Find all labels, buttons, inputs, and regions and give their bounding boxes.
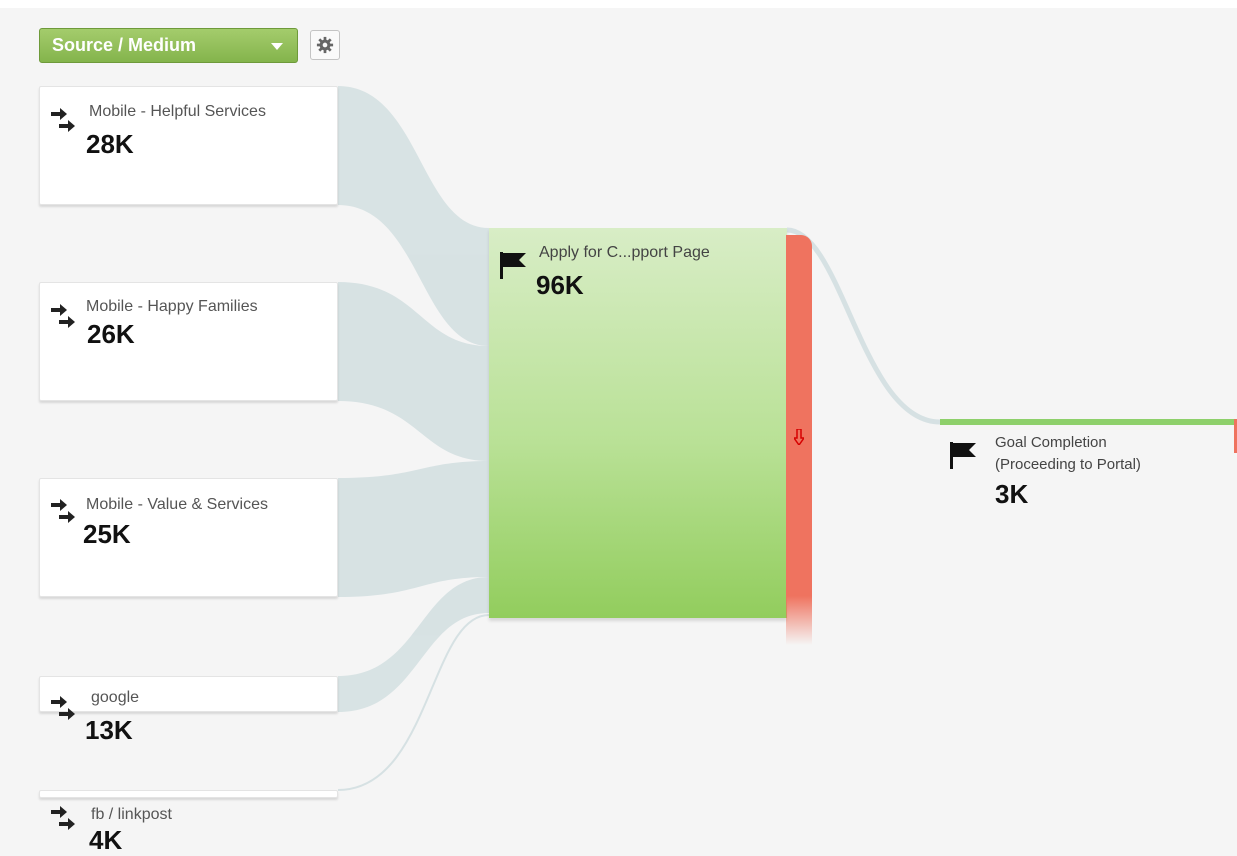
source-value: 13K xyxy=(85,715,133,745)
step-label: Apply for C...pport Page xyxy=(539,244,710,261)
source-node-happy-families[interactable]: Mobile - Happy Families 26K xyxy=(39,282,338,401)
gear-icon xyxy=(316,36,334,54)
source-value: 25K xyxy=(83,519,131,549)
flow-value-services xyxy=(338,461,489,597)
flag-icon xyxy=(950,442,976,469)
source-node-value-services[interactable]: Mobile - Value & Services 25K xyxy=(39,478,338,597)
goal-label-line2: (Proceeding to Portal) xyxy=(995,456,1141,473)
dimension-dropdown-label: Source / Medium xyxy=(52,35,197,55)
source-label: Mobile - Helpful Services xyxy=(89,103,266,120)
chevron-down-icon xyxy=(271,43,283,50)
source-value: 26K xyxy=(87,319,135,349)
source-value: 28K xyxy=(86,129,134,159)
flow-google xyxy=(338,577,489,712)
step-value: 96K xyxy=(536,270,584,300)
step-node-apply-page[interactable]: Apply for C...pport Page 96K xyxy=(489,228,787,618)
source-value: 4K xyxy=(89,825,123,855)
flag-icon xyxy=(500,252,526,279)
dimension-dropdown[interactable]: Source / Medium xyxy=(39,28,298,63)
source-label: fb / linkpost xyxy=(91,806,172,823)
dropoff-bar[interactable] xyxy=(786,235,812,645)
settings-button[interactable] xyxy=(310,30,340,60)
source-label: Mobile - Happy Families xyxy=(86,298,258,315)
source-node-helpful-services[interactable]: Mobile - Helpful Services 28K xyxy=(39,86,338,205)
goal-label-line1: Goal Completion xyxy=(995,434,1107,451)
entry-arrows-icon xyxy=(51,108,75,132)
goal-value: 3K xyxy=(995,479,1029,509)
entry-arrows-icon xyxy=(51,304,75,328)
down-arrow-icon xyxy=(794,429,804,445)
entry-arrows-icon xyxy=(51,499,75,523)
source-node-fb-linkpost[interactable]: fb / linkpost 4K xyxy=(39,790,338,855)
source-label: google xyxy=(91,689,140,706)
source-node-google[interactable]: google 13K xyxy=(39,676,338,745)
source-label: Mobile - Value & Services xyxy=(86,496,268,513)
entry-arrows-icon xyxy=(51,806,75,830)
goal-node[interactable]: Goal Completion (Proceeding to Portal) 3… xyxy=(940,425,1230,525)
entry-arrows-icon xyxy=(51,696,75,720)
